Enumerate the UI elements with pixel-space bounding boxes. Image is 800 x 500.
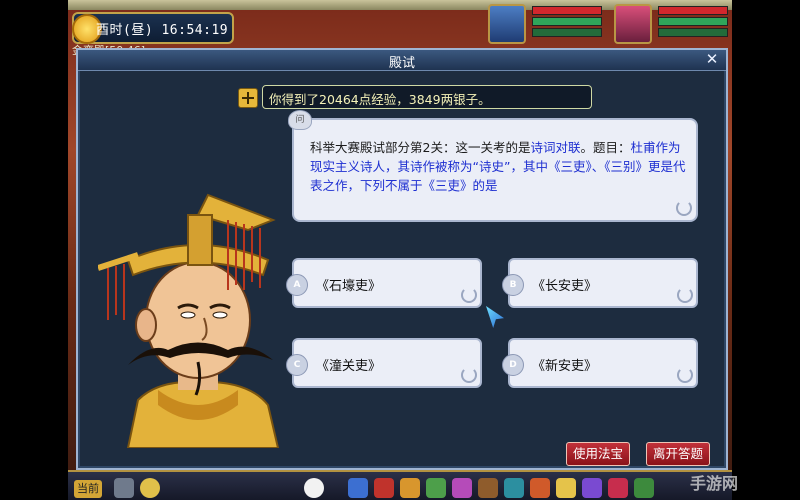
player-portrait[interactable] [488,4,526,44]
dialog-titlebar[interactable]: 殿试 ✕ [78,50,726,71]
option-d-letter: D [502,354,524,376]
pet-menu-icon[interactable] [478,478,498,498]
pet-mp-bar [658,17,728,26]
watermark: 手游网 [690,474,739,493]
exam-dialog: 殿试 ✕ 你得到了20464点经验，3849两银子。 问 科举大赛殿试部分第2关… [76,48,728,470]
use-treasure-button[interactable]: 使用法宝 [566,442,631,466]
map-icon[interactable] [634,478,654,498]
gang-icon[interactable] [530,478,550,498]
option-b[interactable]: B 《长安吏》 [502,258,698,308]
hp-bar [532,6,602,15]
player-status-bars [532,6,602,40]
option-d[interactable]: D 《新安吏》 [502,338,698,388]
team-icon[interactable] [452,478,472,498]
emperor-portrait [98,193,280,448]
dialog-title: 殿试 [388,56,415,71]
pet-portrait[interactable] [614,4,652,44]
pet-status-bars [658,6,728,40]
corner-swirl-icon [677,287,693,303]
anger-bar [532,28,602,37]
microphone-icon[interactable] [114,478,134,498]
pet-hp-bar [658,6,728,15]
question-panel: 问 科举大赛殿试部分第2关：这一关考的是诗词对联。题目：杜甫作为现实主义诗人，其… [288,110,698,222]
skill-icon[interactable] [556,478,576,498]
mp-bar [532,17,602,26]
clock-text: 酉时(昼) 16:54:19 [96,23,229,38]
close-button[interactable]: ✕ [704,51,720,67]
bottom-toolbar: 当前 [68,470,732,500]
system-icon[interactable] [608,478,628,498]
question-part1: 科举大赛殿试部分第2关：这一关考的是 [310,140,531,155]
corner-swirl-icon [461,287,477,303]
item-icon[interactable] [374,478,394,498]
clock-panel: 酉时(昼) 16:54:19 [72,12,234,44]
question-part2: 。题目： [580,140,631,155]
corner-swirl-icon [677,367,693,383]
attack-icon[interactable] [348,478,368,498]
option-a-label: 《石壕吏》 [316,279,382,294]
pet-icon[interactable] [304,478,324,498]
option-c-letter: C [286,354,308,376]
question-category: 诗词对联 [530,140,581,155]
quest-icon[interactable] [504,478,524,498]
corner-swirl-icon [461,367,477,383]
emoji-icon[interactable] [140,478,160,498]
option-b-letter: B [502,274,524,296]
option-c-label: 《潼关吏》 [316,359,382,374]
option-c[interactable]: C 《潼关吏》 [286,338,482,388]
pet-exp-bar [658,28,728,37]
expand-plus-icon[interactable] [238,88,258,108]
reward-message-box: 你得到了20464点经验，3849两银子。 [262,85,592,109]
option-b-label: 《长安吏》 [532,279,598,294]
mouse-cursor-icon [486,306,504,328]
game-viewport: 酉时(昼) 16:54:19 金銮殿[50,46] 殿试 ✕ 你得到了20464… [68,0,732,500]
option-a-letter: A [286,274,308,296]
friend-icon[interactable] [582,478,602,498]
trade-icon[interactable] [426,478,446,498]
reward-text: 你得到了20464点经验，3849两银子。 [269,92,491,107]
question-tag: 问 [288,110,312,130]
chat-channel-button[interactable]: 当前 [74,480,102,498]
question-text: 科举大赛殿试部分第2关：这一关考的是诗词对联。题目：杜甫作为现实主义诗人，其诗作… [310,138,690,195]
corner-swirl-icon [676,200,692,216]
option-d-label: 《新安吏》 [532,359,598,374]
give-icon[interactable] [400,478,420,498]
option-a[interactable]: A 《石壕吏》 [286,258,482,308]
leave-exam-button[interactable]: 离开答题 [646,442,711,466]
